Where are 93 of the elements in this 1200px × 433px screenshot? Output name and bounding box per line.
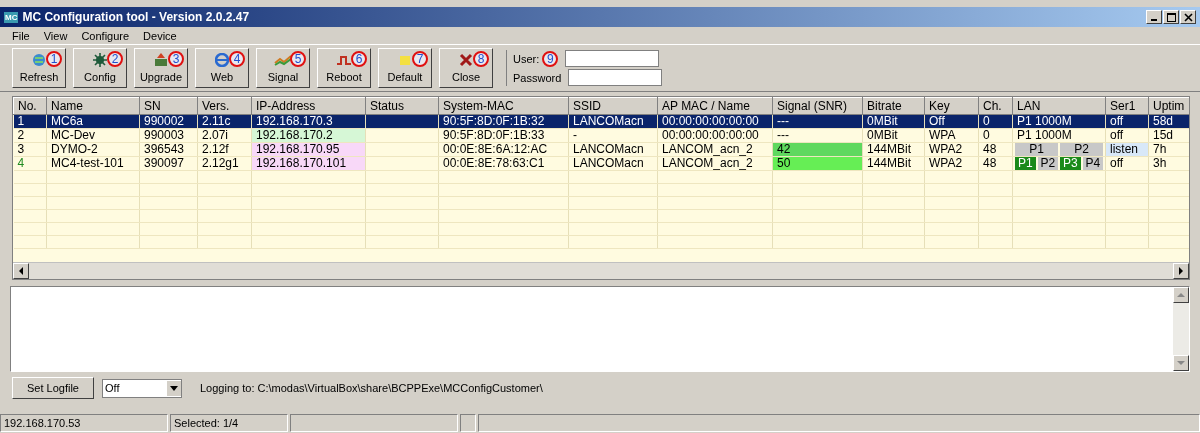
table-cell: DYMO-2 — [46, 142, 140, 157]
column-header[interactable]: System-MAC — [438, 97, 569, 115]
set-logfile-button[interactable]: Set Logfile — [12, 377, 94, 399]
toolbar-button[interactable]: Refresh 1 — [12, 48, 66, 88]
table-cell: - — [568, 128, 658, 143]
toolbar-button[interactable]: Reboot 6 — [317, 48, 371, 88]
password-label: Password — [513, 71, 563, 84]
column-header[interactable]: LAN — [1012, 97, 1106, 115]
table-cell: 3 — [13, 142, 47, 157]
callout-number: 8 — [473, 51, 489, 67]
log-mode-dropdown[interactable]: Off — [102, 378, 182, 398]
menu-item[interactable]: Device — [143, 29, 177, 42]
column-header[interactable]: Status — [365, 97, 439, 115]
toolbar-button[interactable]: Web 4 — [195, 48, 249, 88]
column-header[interactable]: IP-Address — [251, 97, 366, 115]
column-header[interactable]: Ch. — [978, 97, 1013, 115]
column-header[interactable]: Key — [924, 97, 979, 115]
status-panel: Selected: 1/4 — [170, 414, 288, 432]
table-cell: 15d — [1148, 128, 1189, 143]
column-header[interactable]: Signal (SNR) — [772, 97, 863, 115]
toolbar-button[interactable]: Close 8 — [439, 48, 493, 88]
toolbar-button[interactable]: Default 7 — [378, 48, 432, 88]
column-header[interactable]: No. — [13, 97, 47, 115]
table-cell: LANCOM_acn_2 — [657, 156, 773, 171]
port-badge: P2 — [1060, 143, 1103, 156]
table-cell: 48 — [978, 156, 1013, 171]
table-cell: 2.12g1 — [197, 156, 252, 171]
table-cell: WPA2 — [924, 142, 979, 157]
table-cell: 3h — [1148, 156, 1189, 171]
log-path-text: Logging to: C:\modas\VirtualBox\share\BCPPExe\MCConfigCustomer\ — [200, 382, 543, 394]
table-cell: --- — [772, 128, 863, 143]
port-badge: P1 — [1015, 157, 1036, 170]
menu-item[interactable]: View — [43, 29, 68, 42]
table-cell: 2.07i — [197, 128, 252, 143]
port-badge: P4 — [1082, 157, 1103, 170]
table-cell: 2 — [13, 128, 47, 143]
column-header[interactable]: SN — [139, 97, 198, 115]
table-cell: 4 — [13, 156, 47, 171]
table-cell: MC4-test-101 — [46, 156, 140, 171]
table-cell: MC-Dev — [46, 128, 140, 143]
column-header[interactable]: Ser1 — [1105, 97, 1149, 115]
table-cell: 0 — [978, 128, 1013, 143]
callout-number: 9 — [542, 50, 559, 67]
table-cell: 2.12f — [197, 142, 252, 157]
table-row[interactable]: 2 MC-Dev 990003 2.07i 192.168.170.2 90:5F:8D:0F:1B:33 - 00:00:00:00:00:00 --- 0MBit WPA 0 P1 1000M off 15d — [13, 128, 1189, 143]
menu-item[interactable]: Configure — [81, 29, 130, 42]
table-cell: off — [1105, 156, 1149, 171]
toolbar-button[interactable]: Config 2 — [73, 48, 127, 88]
table-cell: off — [1105, 128, 1149, 143]
callout-number: 3 — [168, 51, 184, 67]
port-badge: P1 — [1015, 143, 1058, 156]
callout-number: 4 — [229, 51, 245, 67]
table-cell: 00:0E:8E:78:63:C1 — [438, 156, 569, 171]
table-cell: 144MBit — [862, 156, 925, 171]
column-header[interactable]: Name — [46, 97, 140, 115]
table-cell: 390097 — [139, 156, 198, 171]
table-cell: 0MBit — [862, 128, 925, 143]
table-cell: LANCOMacn — [568, 142, 658, 157]
port-badge: P2 — [1037, 157, 1058, 170]
table-cell: 90:5F:8D:0F:1B:33 — [438, 128, 569, 143]
table-cell: 00:00:00:00:00:00 — [657, 128, 773, 143]
table-cell: P1 1000M — [1012, 128, 1106, 143]
table-row[interactable]: 4 MC4-test-101 390097 2.12g1 192.168.170.101 00:0E:8E:78:63:C1 LANCOMacn LANCOM_acn_2 50 144MBit WPA2 48 P1 P2 P3 P4 off 3h — [13, 156, 1189, 171]
app-logo: MC — [4, 11, 19, 23]
callout-number: 1 — [46, 51, 62, 67]
table-cell: 144MBit — [862, 142, 925, 157]
table-row[interactable]: 1 MC6a 990002 2.11c 192.168.170.3 90:5F:8D:0F:1B:32 LANCOMacn 00:00:00:00:00:00 --- 0MBit Off 0 P1 1000M off 58d — [13, 114, 1189, 129]
table-cell: WPA — [924, 128, 979, 143]
table-cell: 7h — [1148, 142, 1189, 157]
window-title: MC Configuration tool - Version 2.0.2.47 — [22, 10, 251, 24]
callout-number: 7 — [412, 51, 428, 67]
column-header[interactable]: Uptim — [1148, 97, 1189, 115]
callout-number: 5 — [290, 51, 306, 67]
table-cell: 990003 — [139, 128, 198, 143]
table-cell: LANCOM_acn_2 — [657, 142, 773, 157]
status-panel: 192.168.170.53 — [0, 414, 168, 432]
table-cell: 48 — [978, 142, 1013, 157]
port-badge: P3 — [1060, 157, 1081, 170]
callout-number: 6 — [351, 51, 367, 67]
table-row[interactable]: 3 DYMO-2 396543 2.12f 192.168.170.95 00:0E:8E:6A:12:AC LANCOMacn LANCOM_acn_2 42 144MBit WPA2 48 P1 P2 listen 7h — [13, 142, 1189, 157]
column-header[interactable]: AP MAC / Name — [657, 97, 773, 115]
user-label: User: — [513, 52, 540, 65]
callout-number: 2 — [107, 51, 123, 67]
menu-item[interactable]: File — [12, 29, 30, 42]
column-header[interactable]: Bitrate — [862, 97, 925, 115]
column-header[interactable]: Vers. — [197, 97, 252, 115]
toolbar-button[interactable]: Signal 5 — [256, 48, 310, 88]
table-cell: 00:0E:8E:6A:12:AC — [438, 142, 569, 157]
toolbar-button[interactable]: Upgrade 3 — [134, 48, 188, 88]
table-cell: LANCOMacn — [568, 156, 658, 171]
table-cell: WPA2 — [924, 156, 979, 171]
table-cell: 396543 — [139, 142, 198, 157]
column-header[interactable]: SSID — [568, 97, 658, 115]
